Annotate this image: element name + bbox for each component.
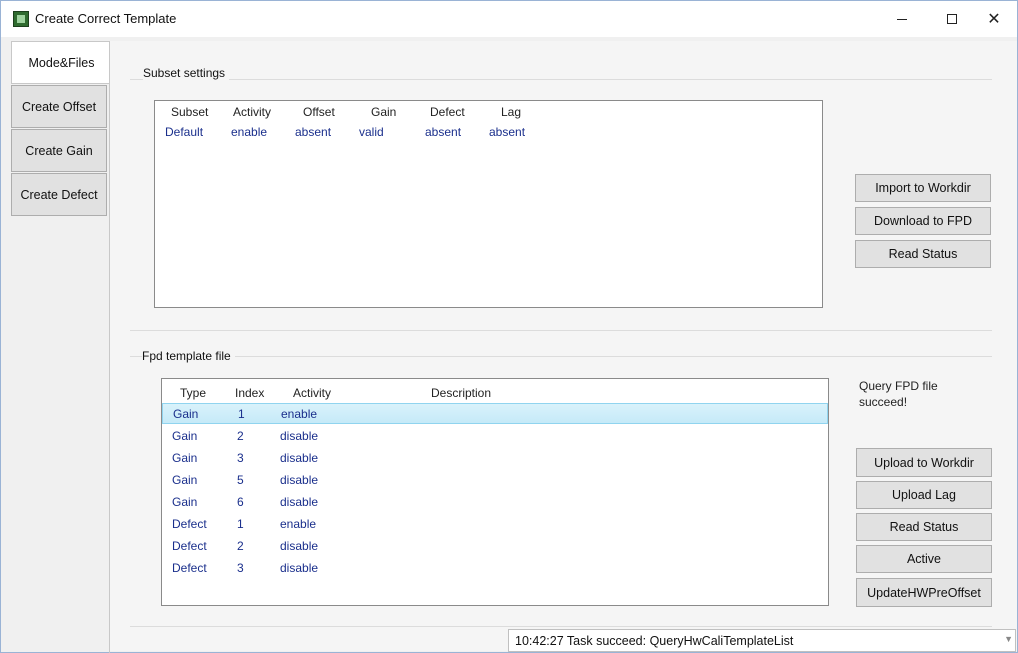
status-text: 10:42:27 Task succeed: QueryHwCaliTempla… [515, 634, 794, 648]
cell-activity: disable [280, 561, 319, 575]
col-type[interactable]: Type [180, 386, 206, 400]
maximize-button[interactable] [929, 1, 975, 37]
upload-lag-button[interactable]: Upload Lag [856, 481, 992, 509]
cell-type: Defect [172, 561, 207, 575]
table-row[interactable]: Gain 6 disable [162, 491, 828, 513]
cell-activity: disable [280, 429, 319, 443]
fpd-read-status-button[interactable]: Read Status [856, 513, 992, 541]
tab-create-offset[interactable]: Create Offset [11, 85, 107, 128]
subset-list[interactable]: Subset Activity Offset Gain Defect Lag D… [154, 100, 823, 308]
window-title: Create Correct Template [35, 11, 177, 26]
subset-group-title: Subset settings [143, 66, 230, 80]
close-button[interactable]: ✕ [971, 1, 1017, 37]
cell-activity: disable [280, 539, 319, 553]
app-icon [13, 11, 29, 27]
tab-content-panel: Subset settings Subset Activity Offset G… [110, 41, 1017, 651]
table-row[interactable]: Defect 2 disable [162, 535, 828, 557]
cell-activity: enable [281, 407, 318, 421]
tab-create-gain[interactable]: Create Gain [11, 129, 107, 172]
tab-mode-files[interactable]: Mode&Files [11, 41, 111, 84]
close-icon: ✕ [987, 11, 1001, 28]
minimize-button[interactable] [879, 1, 925, 37]
cell-activity: enable [280, 517, 317, 531]
col-description[interactable]: Description [431, 386, 491, 400]
download-to-fpd-button[interactable]: Download to FPD [855, 207, 991, 235]
col-activity[interactable]: Activity [233, 105, 271, 119]
fpd-group-bottom [130, 626, 992, 627]
cell-type: Gain [173, 407, 199, 421]
minimize-icon [897, 18, 907, 20]
fpd-list-header: Type Index Activity Description [162, 382, 828, 404]
status-bar[interactable]: 10:42:27 Task succeed: QueryHwCaliTempla… [508, 629, 1016, 652]
cell-index: 6 [237, 495, 244, 509]
title-bar[interactable]: Create Correct Template ✕ [1, 1, 1017, 37]
tab-strip: Mode&Files Create Offset Create Gain Cre… [9, 41, 111, 651]
subset-read-status-button[interactable]: Read Status [855, 240, 991, 268]
update-hw-pre-offset-button[interactable]: UpdateHWPreOffset [856, 578, 992, 607]
cell-activity: disable [280, 473, 319, 487]
cell-type: Gain [172, 495, 198, 509]
cell-index: 1 [237, 517, 244, 531]
cell-activity: disable [280, 451, 319, 465]
table-row[interactable]: Defect 3 disable [162, 557, 828, 579]
col-subset[interactable]: Subset [171, 105, 208, 119]
tab-create-defect[interactable]: Create Defect [11, 173, 107, 216]
subset-group-bottom [130, 330, 992, 331]
cell-defect: absent [425, 125, 462, 139]
upload-to-workdir-button[interactable]: Upload to Workdir [856, 448, 992, 477]
cell-subset: Default [165, 125, 204, 139]
cell-offset: absent [295, 125, 332, 139]
cell-index: 2 [237, 539, 244, 553]
active-button[interactable]: Active [856, 545, 992, 573]
col-activity[interactable]: Activity [293, 386, 331, 400]
col-index[interactable]: Index [235, 386, 264, 400]
fpd-group-border [130, 356, 992, 357]
cell-index: 3 [237, 451, 244, 465]
fpd-template-list[interactable]: Type Index Activity Description Gain 1 e… [161, 378, 829, 606]
cell-index: 1 [238, 407, 245, 421]
cell-type: Defect [172, 539, 207, 553]
table-row[interactable]: Gain 1 enable [162, 403, 828, 424]
cell-index: 2 [237, 429, 244, 443]
query-status-message: Query FPD file succeed! [859, 379, 938, 409]
cell-type: Gain [172, 429, 198, 443]
cell-index: 5 [237, 473, 244, 487]
cell-type: Gain [172, 451, 198, 465]
col-defect[interactable]: Defect [430, 105, 465, 119]
table-row[interactable]: Gain 5 disable [162, 469, 828, 491]
cell-lag: absent [489, 125, 526, 139]
col-offset[interactable]: Offset [303, 105, 335, 119]
maximize-icon [947, 14, 957, 24]
cell-activity: disable [280, 495, 319, 509]
subset-list-header: Subset Activity Offset Gain Defect Lag [155, 101, 822, 123]
cell-type: Gain [172, 473, 198, 487]
cell-activity: enable [231, 125, 268, 139]
cell-index: 3 [237, 561, 244, 575]
main-window: Create Correct Template ✕ Mode&Files Cre… [0, 0, 1018, 653]
chevron-down-icon[interactable]: ▼ [1004, 634, 1013, 644]
fpd-group-title: Fpd template file [142, 349, 235, 363]
col-gain[interactable]: Gain [371, 105, 396, 119]
col-lag[interactable]: Lag [501, 105, 521, 119]
import-to-workdir-button[interactable]: Import to Workdir [855, 174, 991, 202]
subset-group-border [130, 79, 992, 80]
table-row[interactable]: Default enable absent valid absent absen… [155, 121, 822, 143]
table-row[interactable]: Gain 2 disable [162, 425, 828, 447]
table-row[interactable]: Gain 3 disable [162, 447, 828, 469]
cell-gain: valid [359, 125, 384, 139]
cell-type: Defect [172, 517, 207, 531]
table-row[interactable]: Defect 1 enable [162, 513, 828, 535]
